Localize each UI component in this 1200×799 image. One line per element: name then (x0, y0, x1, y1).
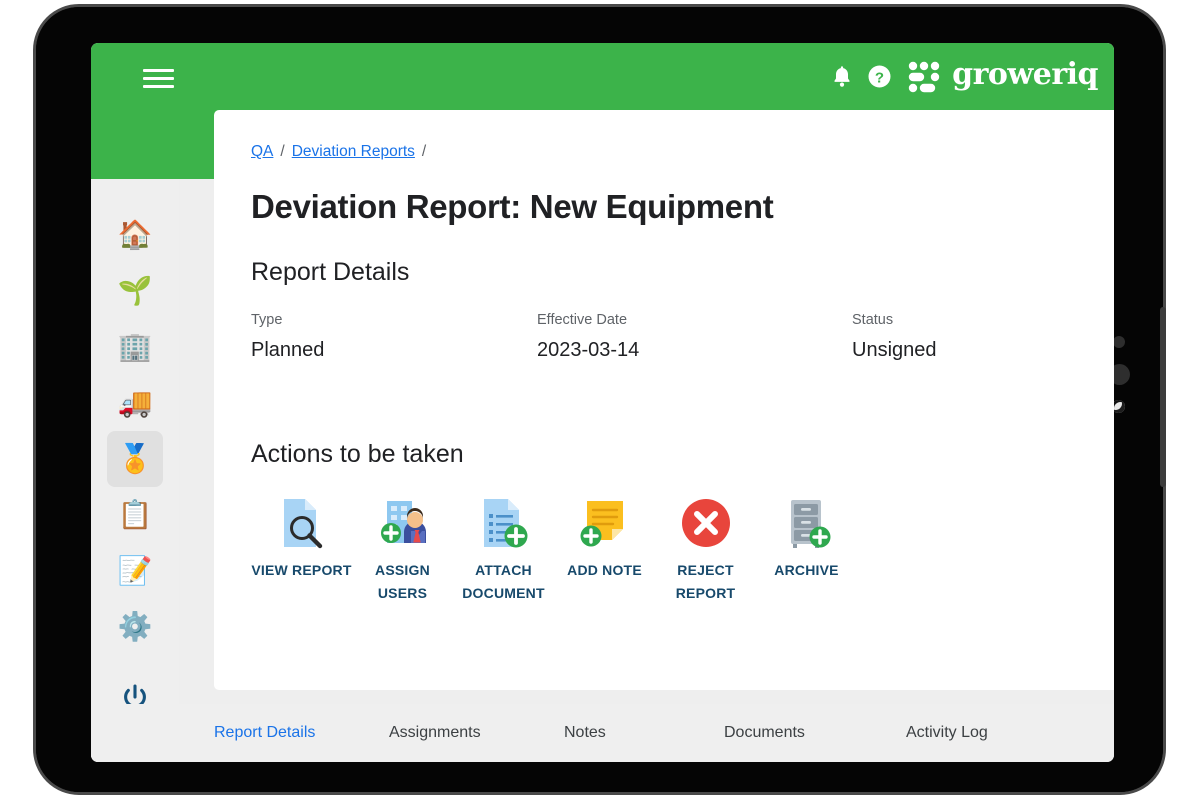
action-label-attach-document: ATTACH DOCUMENT (462, 562, 545, 602)
detail-value-type: Planned (251, 339, 325, 361)
detail-label-status: Status (852, 312, 894, 328)
tab-notes[interactable]: Notes (564, 724, 724, 742)
device-sensor-small (1113, 336, 1125, 348)
clipboard-icon: 📋 (117, 499, 153, 530)
action-archive[interactable]: ARCHIVE (756, 495, 857, 582)
sidebar-divider-space (91, 655, 179, 669)
detail-value-effective-date: 2023-03-14 (537, 339, 640, 361)
header-actions: ? groweriq (832, 60, 1098, 93)
action-attach-document[interactable]: ATTACH DOCUMENT (453, 495, 554, 605)
tab-report-details[interactable]: Report Details (214, 724, 389, 742)
reject-x-icon (681, 495, 731, 551)
action-add-note[interactable]: ADD NOTE (554, 495, 655, 582)
brand-name: groweriq (952, 57, 1098, 92)
award-medal-icon: 🏅 (117, 443, 153, 474)
hamburger-menu-icon[interactable] (143, 63, 177, 93)
sidebar-item-documents[interactable]: 📝 (107, 543, 163, 599)
device-side-button[interactable] (1160, 307, 1166, 487)
detail-field-type: Type Planned (251, 312, 537, 362)
home-icon: 🏠 (117, 219, 153, 250)
tab-assignments[interactable]: Assignments (389, 724, 564, 742)
groweriq-logo-mark (908, 61, 940, 92)
svg-text:?: ? (875, 69, 884, 86)
action-reject-report[interactable]: REJECT REPORT (655, 495, 756, 605)
breadcrumb-separator: / (280, 143, 285, 160)
page-title: Deviation Report: New Equipment (251, 188, 774, 225)
tablet-device-frame: ? groweriq 🏠 🌱 🏢 🚚 🏅 📋 📝 ⚙️ QA / Deviati… (33, 4, 1166, 795)
report-details-grid: Type Planned Effective Date 2023-03-14 S… (251, 312, 1091, 362)
document-search-icon (277, 495, 327, 551)
file-cabinet-add-icon (782, 495, 832, 551)
breadcrumb: QA / Deviation Reports / (251, 143, 426, 161)
delivery-truck-icon: 🚚 (117, 387, 153, 418)
action-label-reject-report: REJECT REPORT (675, 562, 736, 602)
action-label-view-report: VIEW REPORT (251, 562, 352, 578)
main-content-card: QA / Deviation Reports / Deviation Repor… (214, 110, 1114, 690)
tab-documents[interactable]: Documents (724, 724, 906, 742)
sidebar-item-reports[interactable]: 📋 (107, 487, 163, 543)
detail-label-effective-date: Effective Date (537, 312, 628, 328)
sidebar-item-quality[interactable]: 🏅 (107, 431, 163, 487)
bell-icon[interactable] (832, 65, 852, 88)
breadcrumb-separator-2: / (421, 143, 427, 160)
action-label-add-note: ADD NOTE (567, 562, 642, 578)
tab-activity-log[interactable]: Activity Log (906, 724, 988, 742)
action-assign-users[interactable]: ASSIGN USERS (352, 495, 453, 605)
actions-row: VIEW REPORT ASSIGN USERS ATTACH DOCUMENT… (251, 495, 857, 605)
detail-field-effective-date: Effective Date 2023-03-14 (537, 312, 852, 362)
action-view-report[interactable]: VIEW REPORT (251, 495, 352, 582)
sidebar-nav: 🏠 🌱 🏢 🚚 🏅 📋 📝 ⚙️ (91, 179, 179, 762)
note-add-icon (580, 495, 630, 551)
document-add-icon (479, 495, 529, 551)
building-user-add-icon (377, 495, 429, 551)
document-icon: 📝 (117, 555, 153, 586)
building-user-icon: 🏢 (117, 331, 153, 362)
help-circle-icon[interactable]: ? (868, 65, 891, 88)
breadcrumb-link-qa[interactable]: QA (251, 143, 273, 161)
tablet-screen: ? groweriq 🏠 🌱 🏢 🚚 🏅 📋 📝 ⚙️ QA / Deviati… (91, 43, 1114, 762)
gear-icon: ⚙️ (117, 611, 153, 642)
bottom-tab-bar: Report Details Assignments Notes Documen… (91, 704, 1114, 762)
detail-field-status: Status Unsigned (852, 312, 1091, 362)
breadcrumb-link-deviation-reports[interactable]: Deviation Reports (292, 143, 415, 161)
sidebar-item-inventory[interactable]: 🚚 (107, 375, 163, 431)
section-title-actions: Actions to be taken (251, 440, 464, 468)
sidebar-item-cultivation[interactable]: 🌱 (107, 263, 163, 319)
plant-icon: 🌱 (117, 275, 153, 306)
brand-logo[interactable]: groweriq (907, 60, 1098, 93)
section-title-report-details: Report Details (251, 258, 410, 286)
status-badge: Unsigned (852, 339, 937, 361)
sidebar-item-settings[interactable]: ⚙️ (107, 599, 163, 655)
action-label-archive: ARCHIVE (774, 562, 839, 578)
action-label-assign-users: ASSIGN USERS (375, 562, 430, 602)
sidebar-item-home[interactable]: 🏠 (107, 207, 163, 263)
detail-label-type: Type (251, 312, 283, 328)
sidebar-item-facility[interactable]: 🏢 (107, 319, 163, 375)
